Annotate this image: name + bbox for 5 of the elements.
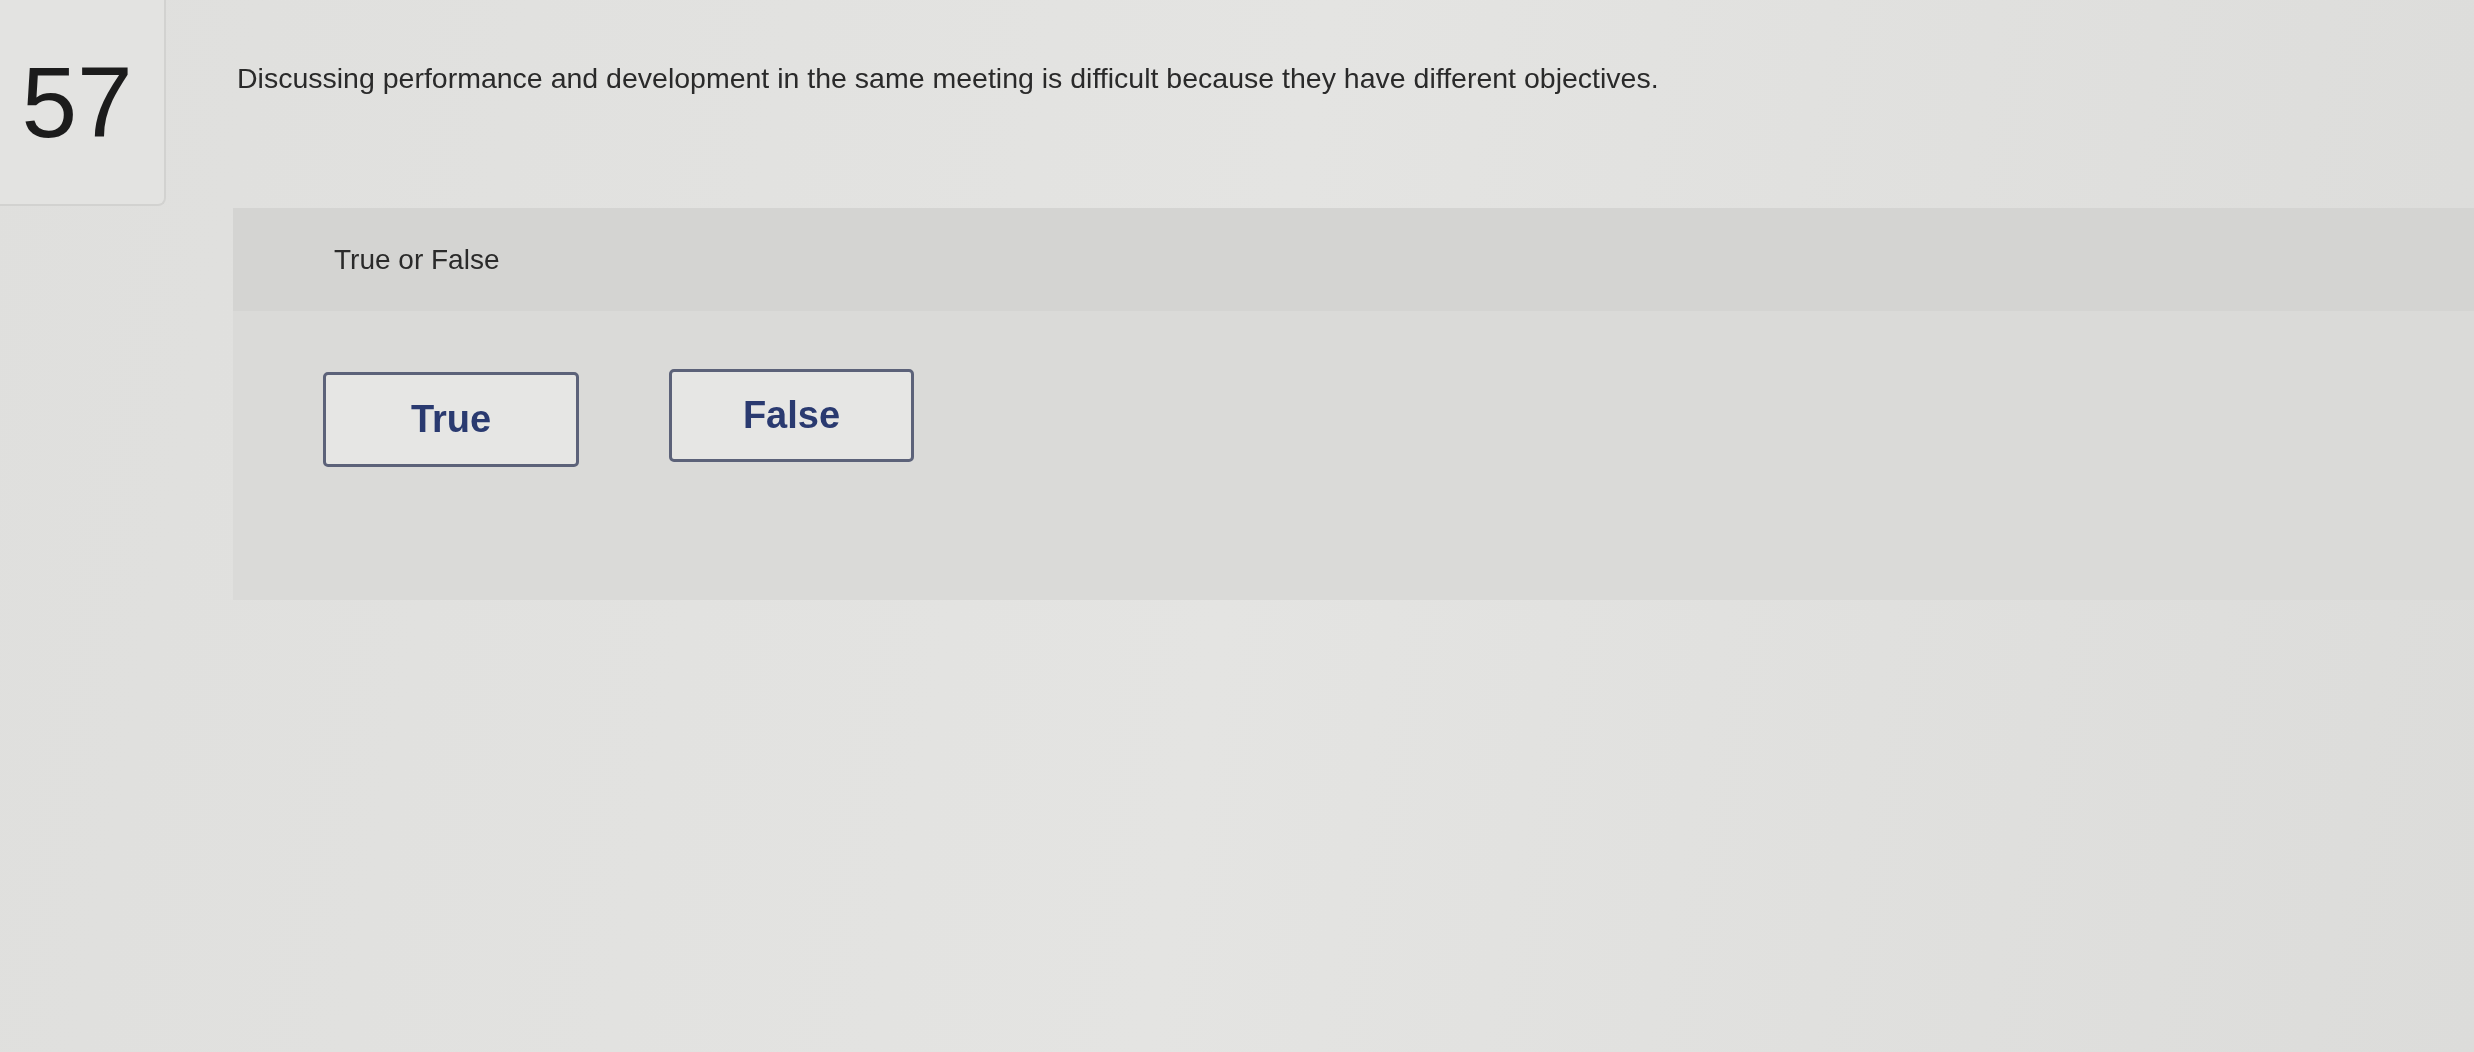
question-text: Discussing performance and development in the same meeting is difficult because they have different objectives. bbox=[236, 61, 1659, 95]
answer-option-button[interactable]: True bbox=[323, 372, 579, 467]
question-number: 57 bbox=[0, 0, 166, 206]
answer-option-button[interactable]: False bbox=[669, 369, 914, 462]
answer-prompt: True or False bbox=[334, 243, 500, 276]
